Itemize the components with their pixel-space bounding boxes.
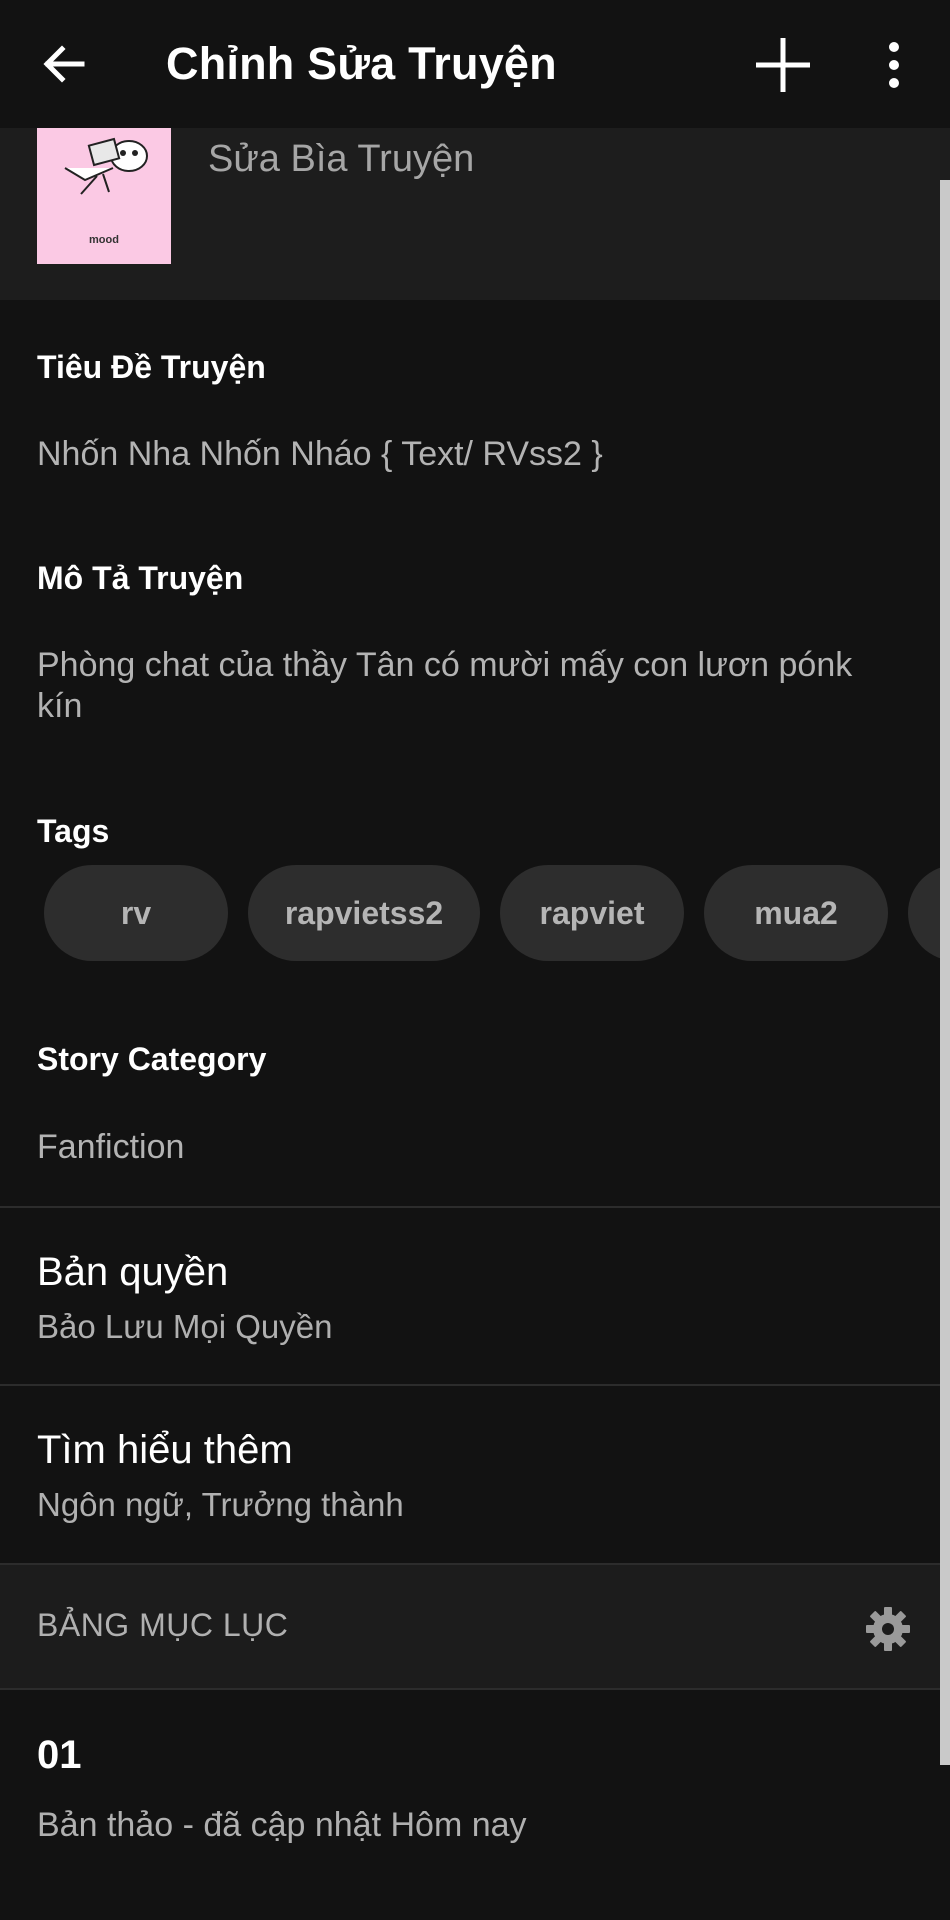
copyright-value: Bảo Lưu Mọi Quyền <box>37 1308 333 1345</box>
cover-illustration <box>64 137 148 195</box>
page-title: Chỉnh Sửa Truyện <box>166 38 557 89</box>
gear-icon[interactable] <box>864 1605 912 1653</box>
divider <box>0 1384 950 1386</box>
divider <box>0 1688 950 1690</box>
more-info-title[interactable]: Tìm hiểu thêm <box>37 1428 293 1473</box>
category-label: Story Category <box>37 1041 267 1077</box>
tag-chip[interactable]: rapviet <box>500 865 684 961</box>
cover-image[interactable]: mood <box>37 128 171 264</box>
tags-list: rv rapvietss2 rapviet mua2 <box>44 865 950 963</box>
cover-caption: mood <box>89 234 119 246</box>
arrow-left-icon[interactable] <box>36 36 92 92</box>
part-status: Bản thảo - đã cập nhật Hôm nay <box>37 1806 527 1844</box>
tags-label: Tags <box>37 813 110 849</box>
plus-icon[interactable] <box>748 30 818 100</box>
divider <box>0 1206 950 1208</box>
cover-section[interactable]: mood Sửa Bìa Truyện <box>0 128 950 300</box>
scrollbar[interactable] <box>940 180 950 1765</box>
description-label: Mô Tả Truyện <box>37 560 244 596</box>
category-value[interactable]: Fanfiction <box>37 1127 897 1168</box>
edit-cover-label[interactable]: Sửa Bìa Truyện <box>208 138 474 181</box>
tag-chip[interactable]: rv <box>44 865 228 961</box>
title-label: Tiêu Đề Truyện <box>37 349 266 385</box>
app-bar: Chỉnh Sửa Truyện <box>0 0 950 128</box>
tag-chip[interactable]: rapvietss2 <box>248 865 480 961</box>
description-field[interactable]: Phòng chat của thầy Tân có mười mấy con … <box>37 645 897 727</box>
tag-chip[interactable]: mua2 <box>704 865 888 961</box>
toc-header: BẢNG MỤC LỤC <box>0 1565 950 1688</box>
copyright-title[interactable]: Bản quyền <box>37 1250 228 1295</box>
more-info-value: Ngôn ngữ, Trưởng thành <box>37 1486 404 1523</box>
more-vertical-icon[interactable] <box>874 40 914 90</box>
title-field[interactable]: Nhốn Nha Nhốn Nháo { Text/ RVss2 } <box>37 434 897 475</box>
part-title[interactable]: 01 <box>37 1733 82 1778</box>
toc-header-label: BẢNG MỤC LỤC <box>37 1607 289 1643</box>
